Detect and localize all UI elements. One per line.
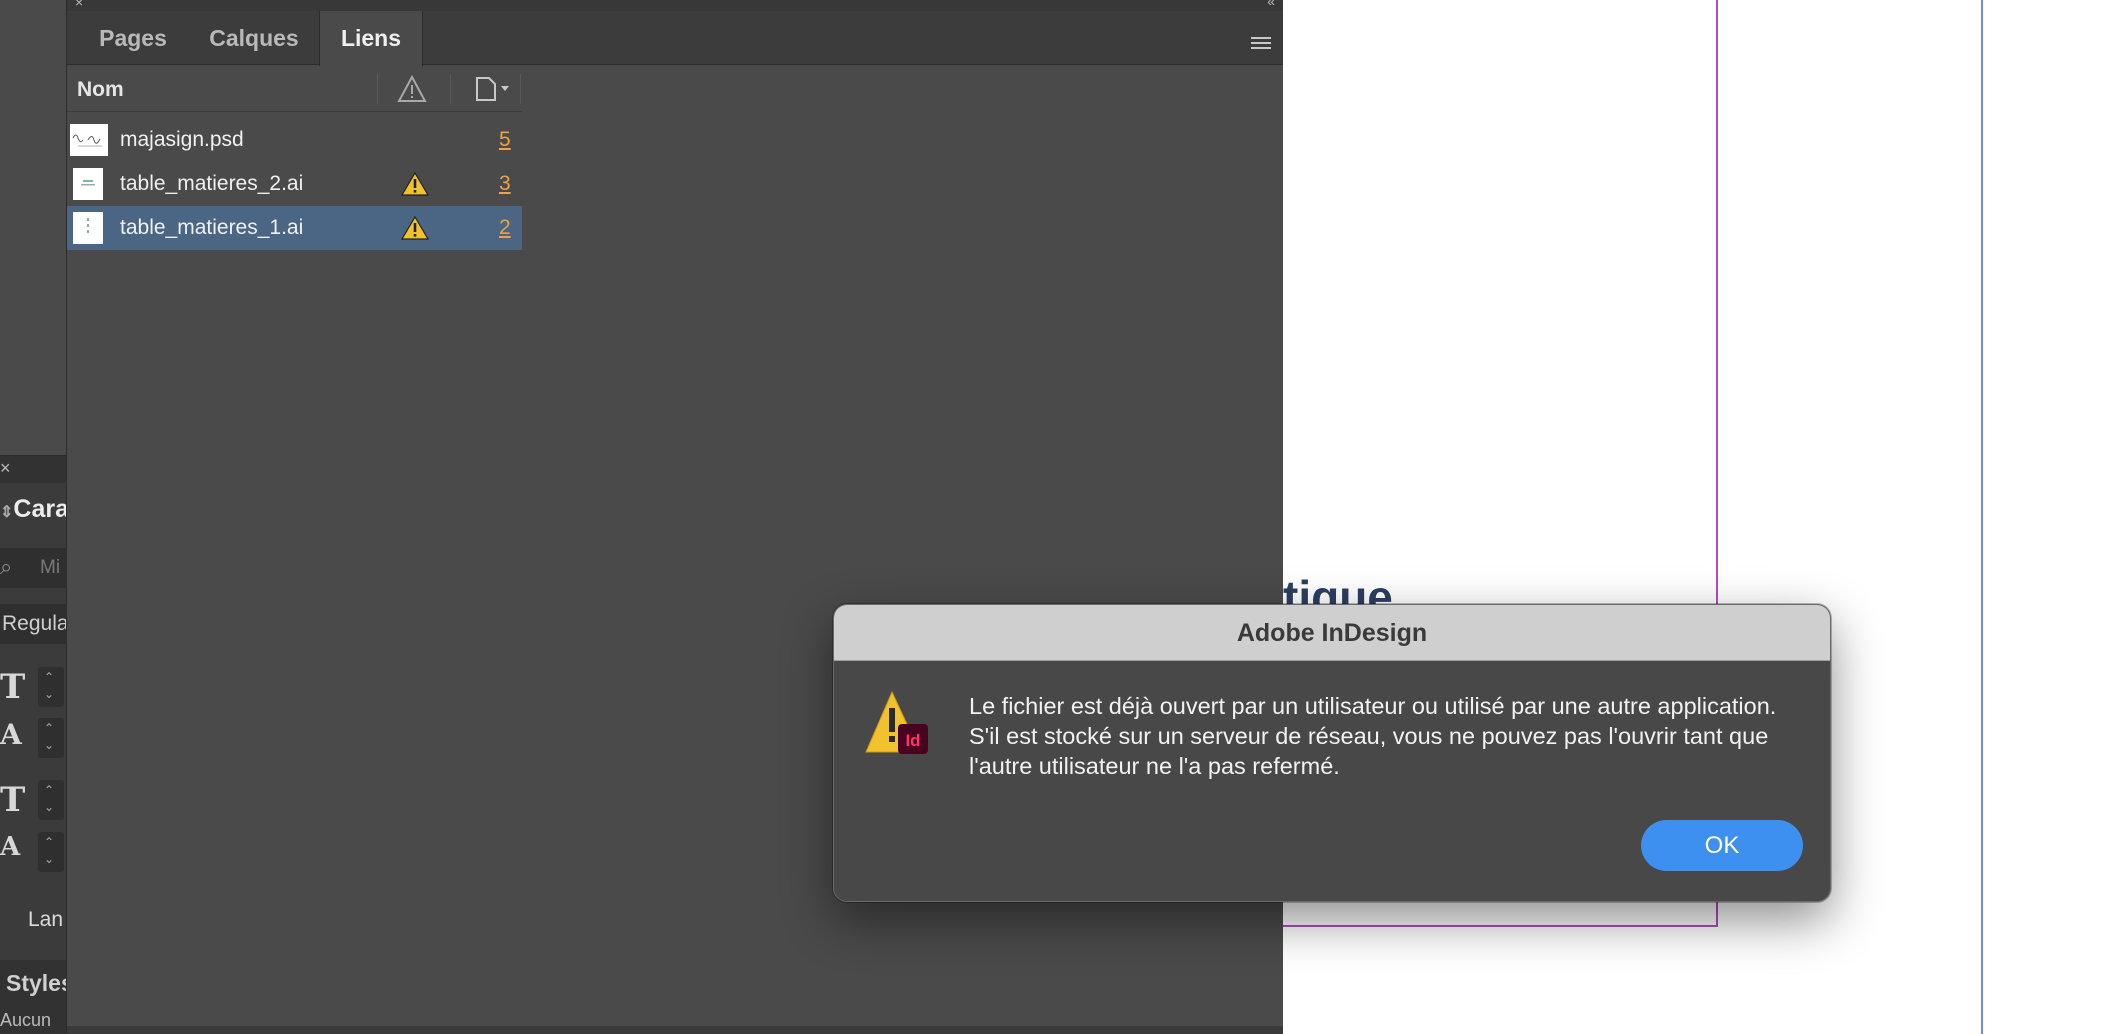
link-name: majasign.psd [120,128,244,151]
link-row-majasign[interactable]: majasign.psd 5 [67,118,522,162]
link-name: table_matieres_2.ai [120,172,304,195]
status-column-warning-icon[interactable] [397,74,427,104]
vertical-scale-stepper[interactable]: ⌃ ⌄ [38,780,64,820]
alert-dialog: Adobe InDesign Id Le fichier est déjà ou… [833,604,1831,902]
link-page-number[interactable]: 3 [499,172,511,196]
tab-calques[interactable]: Calques [189,11,319,65]
character-panel: × ⇕Cara ⌕ Mi Regula T ⌃ ⌄ A ⌃ ⌄ T ⌃ ⌄ A ⌃ ⌄ … [0,0,66,1034]
link-page-number[interactable]: 5 [499,128,511,152]
link-name: table_matieres_1.ai [120,216,304,239]
baseline-shift-icon: A [0,832,21,862]
font-size-stepper[interactable]: ⌃ ⌄ [38,667,64,707]
language-label: Lan [28,908,64,931]
indesign-warning-icon: Id [865,690,928,754]
links-column-header: Nom [67,66,522,112]
dialog-message: Le fichier est déjà ouvert par un utilis… [969,693,1777,779]
dialog-title: Adobe InDesign [1236,619,1428,647]
styles-panel-header[interactable]: Styles Aucun [0,960,66,1034]
vertical-scale-control[interactable]: T ⌃ ⌄ [0,778,66,822]
kerning-control[interactable]: A ⌃ ⌄ [0,716,66,760]
collapse-chevron-icon[interactable]: « [1267,0,1275,9]
column-divider[interactable] [377,74,378,104]
indesign-badge-text: Id [905,731,920,750]
tab-liens[interactable]: Liens [319,11,423,66]
dialog-title-bar[interactable]: Adobe InDesign [834,605,1830,661]
link-thumbnail [73,168,103,200]
warning-icon[interactable] [401,215,429,241]
font-style-field[interactable]: Regula [0,604,66,644]
column-divider[interactable] [450,74,451,104]
panel-menu-icon[interactable] [1251,37,1271,55]
close-icon[interactable]: × [75,0,83,10]
baseline-shift-control[interactable]: A ⌃ ⌄ [0,830,66,874]
link-row-table-matieres-1[interactable]: table_matieres_1.ai 2 [67,206,522,250]
panel-tabs: Pages Calques Liens [67,11,1283,66]
font-search-field[interactable]: ⌕ Mi [0,548,66,588]
character-panel-header[interactable]: × [0,455,66,483]
column-name-header[interactable]: Nom [77,78,124,102]
collapse-icon[interactable]: ⇕ [0,504,13,521]
link-thumbnail [70,124,108,156]
search-icon: ⌕ [0,554,13,579]
link-thumbnail [73,212,103,244]
vertical-scale-icon: T [0,780,26,820]
close-icon[interactable]: × [0,458,11,479]
column-guide [1981,0,1983,1034]
font-size-icon: T [0,667,26,707]
kerning-stepper[interactable]: ⌃ ⌄ [38,718,64,758]
panel-bottom-bar [67,1026,1283,1034]
column-divider[interactable] [520,74,521,104]
link-page-number[interactable]: 2 [499,216,511,240]
font-size-control[interactable]: T ⌃ ⌄ [0,665,66,709]
tab-pages[interactable]: Pages [77,11,189,65]
character-panel-title[interactable]: ⇕Cara [0,495,66,524]
ok-button[interactable]: OK [1641,820,1803,871]
page-column-icon[interactable] [471,74,511,104]
warning-icon[interactable] [401,171,429,197]
left-panel-upper [0,0,66,455]
margin-guide-horizontal [1283,925,1718,927]
panel-title-bar[interactable]: × « [67,0,1283,11]
kerning-icon: A [0,718,22,751]
baseline-shift-stepper[interactable]: ⌃ ⌄ [38,832,64,872]
link-row-table-matieres-2[interactable]: table_matieres_2.ai 3 [67,162,522,206]
